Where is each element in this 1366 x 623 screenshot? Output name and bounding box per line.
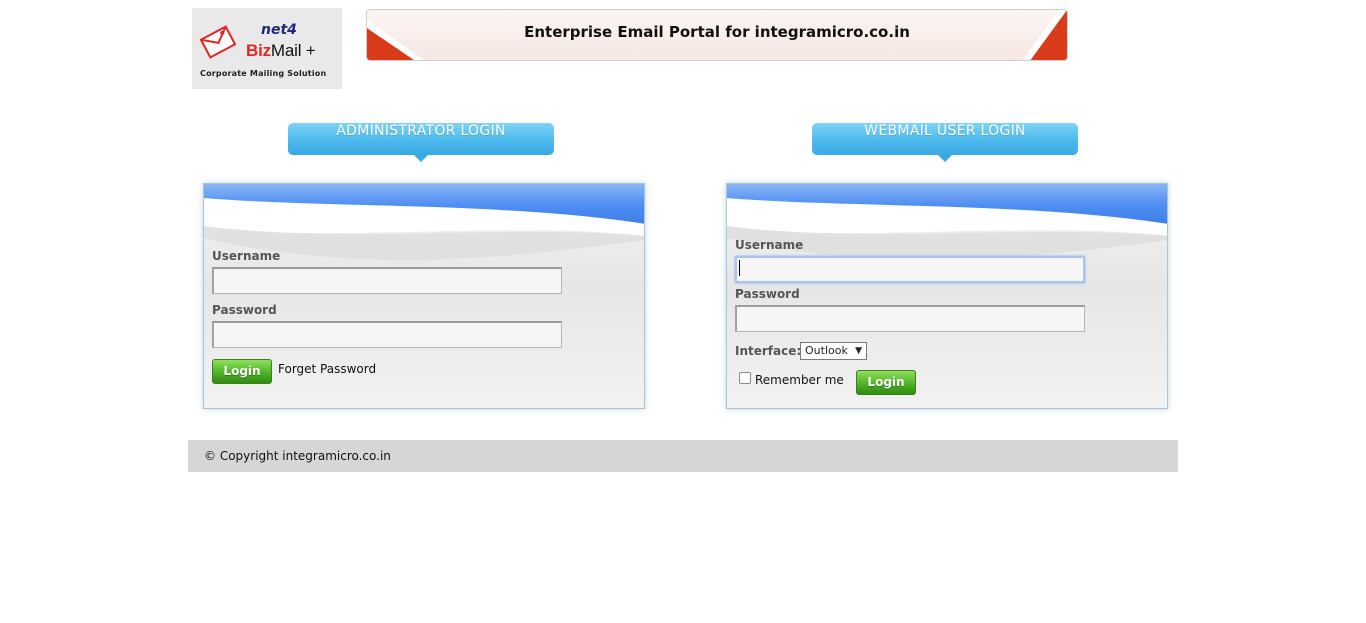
logo-brand-biz: Biz xyxy=(246,41,271,60)
webmail-username-input[interactable] xyxy=(735,256,1085,283)
webmail-login-button[interactable]: Login xyxy=(856,370,916,395)
webmail-username-label: Username xyxy=(735,238,804,252)
webmail-login-tab-label: WEBMAIL USER LOGIN xyxy=(864,123,1026,139)
admin-login-tab-label: ADMINISTRATOR LOGIN xyxy=(336,123,506,139)
envelope-icon xyxy=(199,25,237,59)
admin-username-input[interactable] xyxy=(212,267,562,294)
forget-password-link[interactable]: Forget Password xyxy=(278,362,376,376)
admin-login-button[interactable]: Login xyxy=(212,359,272,384)
logo-brand-mail: Mail + xyxy=(270,41,316,60)
admin-login-panel: Username Password Login Forget Password xyxy=(203,183,645,409)
logo-brand-name: BizMail + xyxy=(246,41,316,61)
admin-password-input[interactable] xyxy=(212,321,562,348)
webmail-login-panel: Username Password Interface: Outlook ▼ R… xyxy=(726,183,1168,409)
copyright-text: © Copyright integramicro.co.in xyxy=(204,449,391,463)
header-banner: Enterprise Email Portal for integramicro… xyxy=(366,9,1068,61)
text-caret xyxy=(739,260,740,276)
remember-me-checkbox[interactable] xyxy=(739,372,751,384)
interface-label: Interface: xyxy=(735,344,802,358)
caret-down-icon: ▼ xyxy=(855,346,862,356)
webmail-password-input[interactable] xyxy=(735,305,1085,332)
interface-select[interactable]: Outlook ▼ xyxy=(800,342,867,360)
admin-password-label: Password xyxy=(212,303,277,317)
remember-me-label[interactable]: Remember me xyxy=(755,373,844,387)
page-title: Enterprise Email Portal for integramicro… xyxy=(524,23,910,41)
logo-net4-text: net4 xyxy=(261,22,297,38)
webmail-password-label: Password xyxy=(735,287,800,301)
webmail-login-tab: WEBMAIL USER LOGIN xyxy=(812,123,1078,162)
footer: © Copyright integramicro.co.in xyxy=(188,440,1178,472)
interface-selected-value: Outlook xyxy=(805,344,848,357)
admin-login-tab: ADMINISTRATOR LOGIN xyxy=(288,123,554,162)
logo: net4 BizMail + Corporate Mailing Solutio… xyxy=(192,8,342,89)
admin-username-label: Username xyxy=(212,249,281,263)
logo-tagline: Corporate Mailing Solution xyxy=(200,69,327,78)
